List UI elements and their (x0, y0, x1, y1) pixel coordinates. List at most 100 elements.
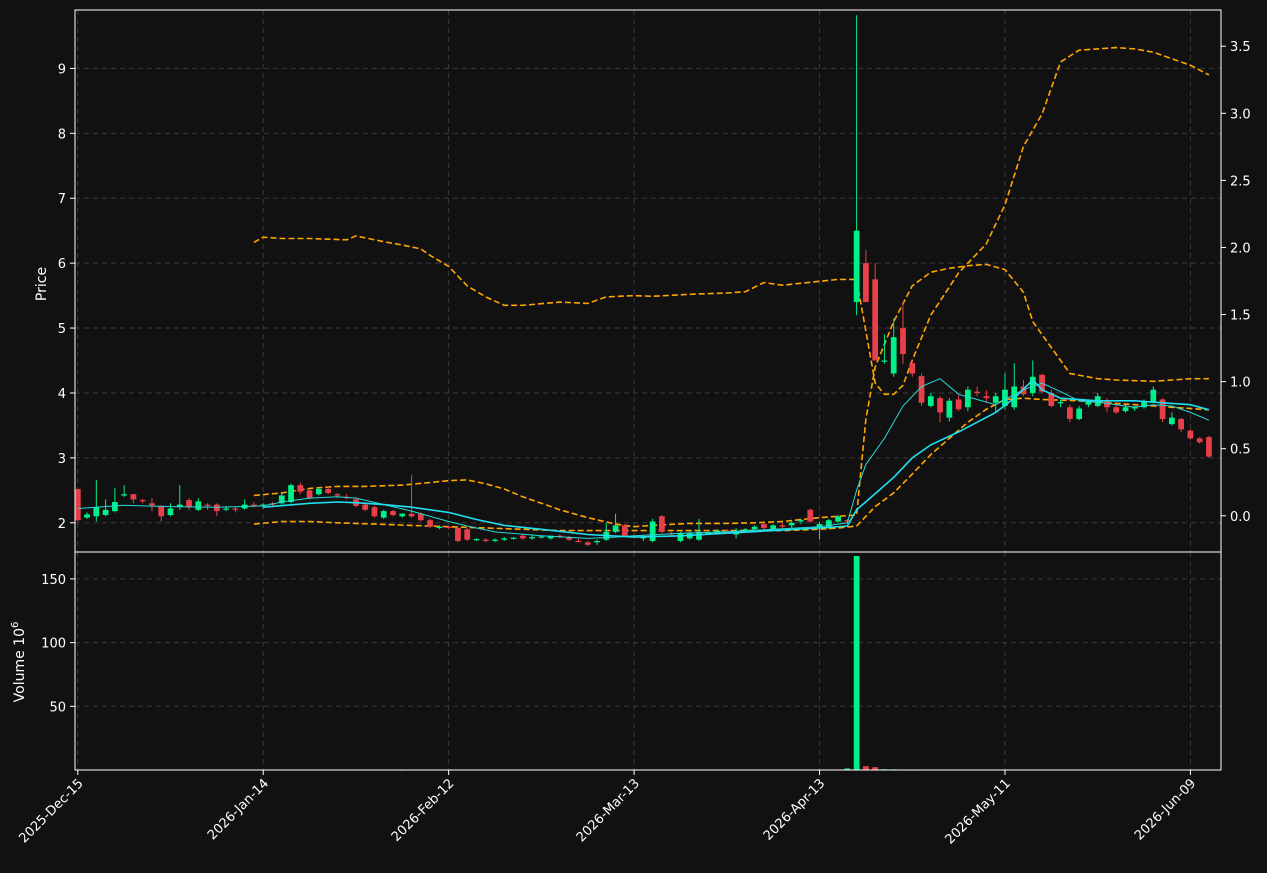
volume-label-exponent-base: 10 (12, 628, 28, 646)
price-tick-label: 5 (58, 322, 66, 337)
candlestick-chart: 2 3 4 5 6 7 8 9 0.0 0.5 1.0 1.5 2.0 2.5 3.0 3.5 50 100 150… (0, 0, 1267, 873)
candle-body (380, 511, 387, 518)
price-tick-label: 2 (58, 517, 66, 532)
candle-body (1122, 407, 1129, 412)
candle-body (1206, 437, 1212, 457)
candle-body (195, 501, 202, 510)
candle-body (325, 489, 331, 493)
secondary-tick-label: 1.0 (1230, 376, 1251, 391)
candle-body (84, 514, 90, 518)
price-tick-label: 9 (58, 62, 66, 77)
candle-body (158, 505, 165, 517)
candle-body (890, 337, 897, 374)
candle-body (955, 399, 962, 410)
candle-body (1057, 402, 1064, 404)
volume-tick-label: 50 (49, 700, 66, 715)
price-tick-label: 8 (58, 127, 66, 142)
candle-body (297, 485, 304, 492)
chart-background (0, 0, 1267, 873)
volume-label-text: Volume (12, 650, 28, 702)
candle-body (167, 508, 174, 516)
candle-body (918, 376, 925, 403)
candle-body (139, 500, 146, 502)
candle-body (788, 522, 795, 526)
candle-body (881, 360, 888, 362)
candle-body (390, 511, 396, 516)
candle-body (74, 489, 81, 521)
price-tick-label: 4 (58, 387, 66, 402)
volume-tick-label: 150 (41, 573, 66, 588)
candle-body (927, 396, 934, 406)
candle-body (1168, 417, 1175, 425)
candle-body (835, 516, 841, 522)
candle-body (575, 540, 582, 543)
candle-body (751, 526, 758, 530)
candle-body (761, 524, 767, 528)
candle-body (807, 509, 814, 522)
volume-bar (853, 556, 860, 770)
candle-body (501, 538, 508, 540)
candle-body (186, 500, 192, 508)
volume-label-exponent-power: 6 (10, 622, 21, 628)
candle-body (510, 537, 517, 539)
candle-body (649, 521, 656, 541)
candle-body (909, 363, 916, 374)
candle-body (965, 389, 971, 408)
candle-body (538, 536, 545, 538)
candle-body (519, 535, 526, 539)
candle-body (900, 328, 906, 355)
candle-body (677, 533, 684, 541)
candle-body (1187, 430, 1194, 439)
candle-body (306, 490, 313, 499)
candle-body (399, 513, 406, 517)
candle-body (436, 526, 443, 528)
candle-body (464, 529, 471, 540)
candle-body (102, 509, 109, 516)
candle-body (937, 398, 943, 413)
candle-body (1066, 407, 1073, 419)
candle-body (1196, 438, 1203, 443)
candle-body (621, 525, 628, 536)
price-tick-label: 3 (58, 452, 66, 467)
secondary-tick-label: 3.5 (1230, 40, 1251, 55)
candle-body (121, 494, 128, 496)
candle-body (482, 539, 489, 541)
secondary-tick-label: 0.0 (1230, 510, 1251, 525)
price-tick-label: 7 (58, 192, 66, 207)
candle-body (149, 503, 155, 506)
candle-body (408, 513, 415, 517)
candle-body (1150, 389, 1157, 403)
candle-body (992, 396, 999, 403)
candle-body (371, 507, 378, 517)
candle-body (529, 537, 535, 539)
candle-body (974, 391, 981, 393)
secondary-tick-label: 2.5 (1230, 174, 1251, 189)
candle-body (584, 542, 591, 545)
candle-body (445, 526, 452, 528)
candle-body (232, 508, 239, 510)
candle-body (130, 494, 137, 500)
candle-body (863, 263, 869, 303)
candle-body (93, 507, 100, 517)
candle-body (872, 279, 879, 361)
candle-body (1178, 418, 1185, 430)
candle-body (946, 400, 953, 418)
price-tick-label: 6 (58, 257, 66, 272)
candle-body (612, 525, 619, 532)
secondary-tick-label: 0.5 (1230, 443, 1251, 458)
candle-body (362, 504, 369, 510)
volume-tick-label: 100 (41, 637, 66, 652)
candle-body (223, 508, 230, 510)
candle-body (204, 504, 211, 506)
candle-body (213, 504, 220, 512)
candle-body (427, 520, 433, 527)
candle-body (492, 539, 498, 541)
candle-body (853, 230, 860, 303)
price-axis-label: Price (34, 267, 50, 301)
candle-body (288, 485, 294, 503)
candle-body (659, 516, 665, 532)
candle-body (594, 540, 600, 543)
volume-axis-label: Volume 106 (10, 622, 28, 703)
candle-body (334, 494, 341, 496)
candle-body (779, 525, 786, 527)
